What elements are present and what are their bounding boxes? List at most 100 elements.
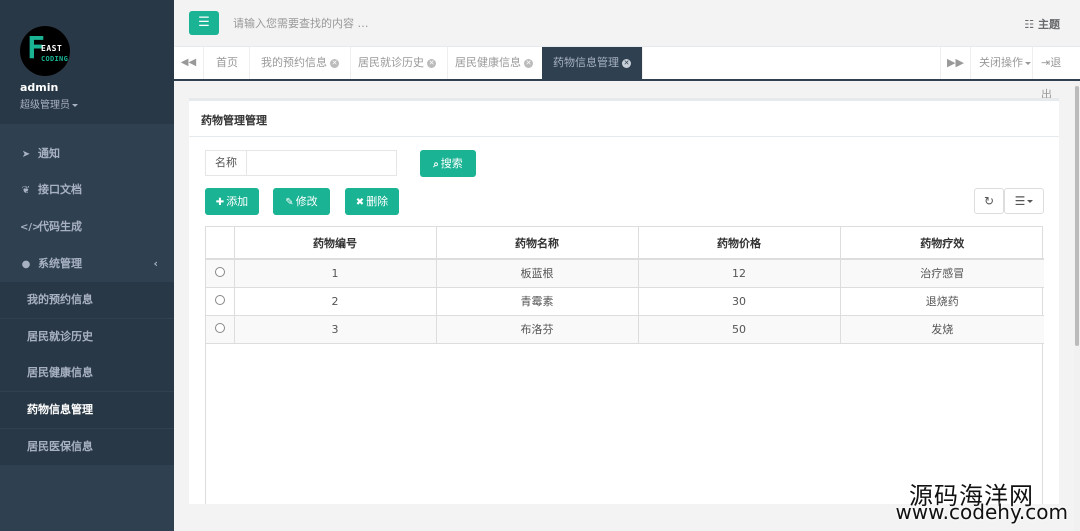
row-select-cell[interactable] (206, 287, 235, 316)
tab-health-info[interactable]: 居民健康信息 ✕ (444, 47, 545, 79)
cell-drug-effect: 退烧药 (840, 287, 1044, 316)
sidebar-item-api-docs[interactable]: ❦ 接口文档 (0, 172, 174, 208)
tab-home[interactable]: 首页 (205, 47, 250, 79)
user-role-label: 超级管理员 (20, 100, 70, 111)
column-header-drug-effect[interactable]: 药物疗效 (840, 227, 1044, 260)
cell-drug-name: 板蓝根 (436, 259, 639, 288)
close-operations-label: 关闭操作 (979, 56, 1023, 69)
column-header-drug-name[interactable]: 药物名称 (436, 227, 639, 260)
theme-button[interactable]: ☷ 主题 (1024, 16, 1060, 32)
close-icon[interactable]: ✕ (330, 58, 339, 68)
plus-icon: ✚ (215, 197, 225, 208)
sidebar-subitem-label: 药物信息管理 (27, 403, 93, 416)
edit-button[interactable]: ✎ 修改 (273, 188, 330, 215)
cell-drug-name: 青霉素 (436, 287, 639, 316)
logo-word-bottom: CODING (41, 55, 69, 63)
sign-out-icon: ⇥ (1041, 56, 1051, 69)
select-column-header (206, 227, 235, 260)
row-radio[interactable] (214, 322, 225, 333)
close-icon[interactable]: ✕ (524, 58, 533, 68)
page-scrollbar-thumb[interactable] (1075, 86, 1079, 346)
name-field-label: 名称 (205, 150, 246, 176)
tab-label: 首页 (216, 56, 238, 69)
row-select-cell[interactable] (206, 315, 235, 344)
search-button-label: 搜索 (440, 157, 463, 170)
sidebar-subitem-label: 居民就诊历史 (27, 330, 93, 343)
menu-toggle-button[interactable]: ☰ (189, 11, 219, 35)
theme-label: 主题 (1038, 18, 1060, 31)
table-row[interactable]: 2 青霉素 30 退烧药 (206, 287, 1044, 316)
sidebar-subitem-insurance[interactable]: 居民医保信息 (0, 429, 174, 465)
drug-management-panel: 药物管理管理 名称 ⌕ 搜索 ✚ 添加 ✎ 修改 ✖ 删除 ↻ ☰ 药物编号 药物名称 … (189, 98, 1059, 507)
cell-drug-effect: 发烧 (840, 315, 1044, 344)
sidebar-subitem-visit-history[interactable]: 居民就诊历史 (0, 319, 174, 355)
sidebar-subitem-label: 居民健康信息 (27, 366, 93, 379)
backward-icon: ◀◀ (180, 57, 197, 68)
tab-drug-info[interactable]: 药物信息管理 ✕ (542, 47, 643, 79)
logo-word-top: EAST (41, 44, 63, 53)
tab-label: 居民健康信息 (455, 56, 521, 69)
sidebar-subitem-label: 居民医保信息 (27, 440, 93, 453)
tab-label: 药物信息管理 (553, 56, 619, 69)
top-bar: ☰ 请输入您需要查找的内容 … ☷ 主题 (174, 0, 1080, 47)
panel-divider (189, 136, 1059, 137)
caret-down-icon (72, 103, 78, 107)
delete-button-label: 删除 (366, 195, 389, 208)
tab-scroll-right-button[interactable]: ▶▶ (940, 47, 970, 79)
tab-scroll-left-button[interactable]: ◀◀ (174, 47, 204, 79)
column-header-drug-id[interactable]: 药物编号 (234, 227, 437, 260)
sidebar-subitem-appointments[interactable]: 我的预约信息 (0, 282, 174, 318)
global-search-input[interactable]: 请输入您需要查找的内容 … (233, 15, 369, 31)
search-icon: ⌕ (433, 159, 439, 170)
edit-icon: ✎ (285, 197, 294, 208)
sidebar-item-system[interactable]: ● 系统管理 ‹ (0, 246, 174, 282)
user-icon: ● (21, 259, 31, 270)
list-icon: ☰ (1014, 194, 1026, 208)
cell-drug-id: 2 (234, 287, 437, 316)
remove-icon: ✖ (355, 197, 365, 208)
close-icon[interactable]: ✕ (622, 58, 631, 68)
sidebar-subitem-health-info[interactable]: 居民健康信息 (0, 355, 174, 391)
sidebar-item-label: 代码生成 (38, 220, 82, 233)
sidebar-subitem-drug-info[interactable]: 药物信息管理 (0, 392, 174, 428)
sidebar-item-label: 系统管理 (38, 257, 82, 270)
sidebar: F EAST CODING admin 超级管理员 ➤ 通知 ❦ 接口文档 </>代… (0, 0, 174, 531)
edit-button-label: 修改 (295, 195, 318, 208)
refresh-button[interactable]: ↻ (974, 188, 1004, 214)
close-icon[interactable]: ✕ (427, 58, 436, 68)
table-row[interactable]: 1 板蓝根 12 治疗感冒 (206, 259, 1044, 288)
paper-plane-icon: ➤ (21, 149, 31, 160)
tab-visit-history[interactable]: 居民就诊历史 ✕ (347, 47, 448, 79)
leaf-icon: ❦ (21, 185, 31, 196)
refresh-icon: ↻ (983, 194, 995, 208)
table-header-row: 药物编号 药物名称 药物价格 药物疗效 (206, 227, 1044, 260)
sidebar-item-code-gen[interactable]: </>代码生成 (0, 209, 174, 245)
search-button[interactable]: ⌕ 搜索 (420, 150, 476, 177)
table-row[interactable]: 3 布洛芬 50 发烧 (206, 315, 1044, 344)
profile-section: F EAST CODING admin 超级管理员 (0, 0, 174, 124)
sidebar-item-label: 通知 (38, 147, 60, 160)
sidebar-subitem-label: 我的预约信息 (27, 293, 93, 306)
panel-title: 药物管理管理 (201, 114, 267, 127)
row-select-cell[interactable] (206, 259, 235, 288)
tab-appointments[interactable]: 我的预约信息 ✕ (250, 47, 351, 79)
sidebar-item-notice[interactable]: ➤ 通知 (0, 136, 174, 172)
sidebar-item-label: 接口文档 (38, 183, 82, 196)
forward-icon: ▶▶ (947, 56, 964, 69)
delete-button[interactable]: ✖ 删除 (345, 188, 399, 215)
row-radio[interactable] (214, 266, 225, 277)
tasks-icon: ☷ (1024, 18, 1038, 31)
cell-drug-price: 30 (638, 287, 841, 316)
column-header-drug-price[interactable]: 药物价格 (638, 227, 841, 260)
hamburger-icon: ☰ (198, 15, 210, 30)
row-radio[interactable] (214, 294, 225, 305)
logout-button[interactable]: ⇥退出 (1032, 47, 1080, 101)
drug-table: 药物编号 药物名称 药物价格 药物疗效 1 板蓝根 12 治疗感冒 2 青霉素 … (205, 226, 1044, 507)
tab-label: 居民就诊历史 (358, 56, 424, 69)
name-search-input[interactable] (246, 150, 397, 176)
add-button[interactable]: ✚ 添加 (205, 188, 259, 215)
columns-toggle-button[interactable]: ☰ (1004, 188, 1044, 214)
watermark-url: www.codehy.com (895, 500, 1068, 524)
close-operations-dropdown[interactable]: 关闭操作 (970, 47, 1039, 79)
user-role-dropdown[interactable]: 超级管理员 (20, 96, 78, 111)
